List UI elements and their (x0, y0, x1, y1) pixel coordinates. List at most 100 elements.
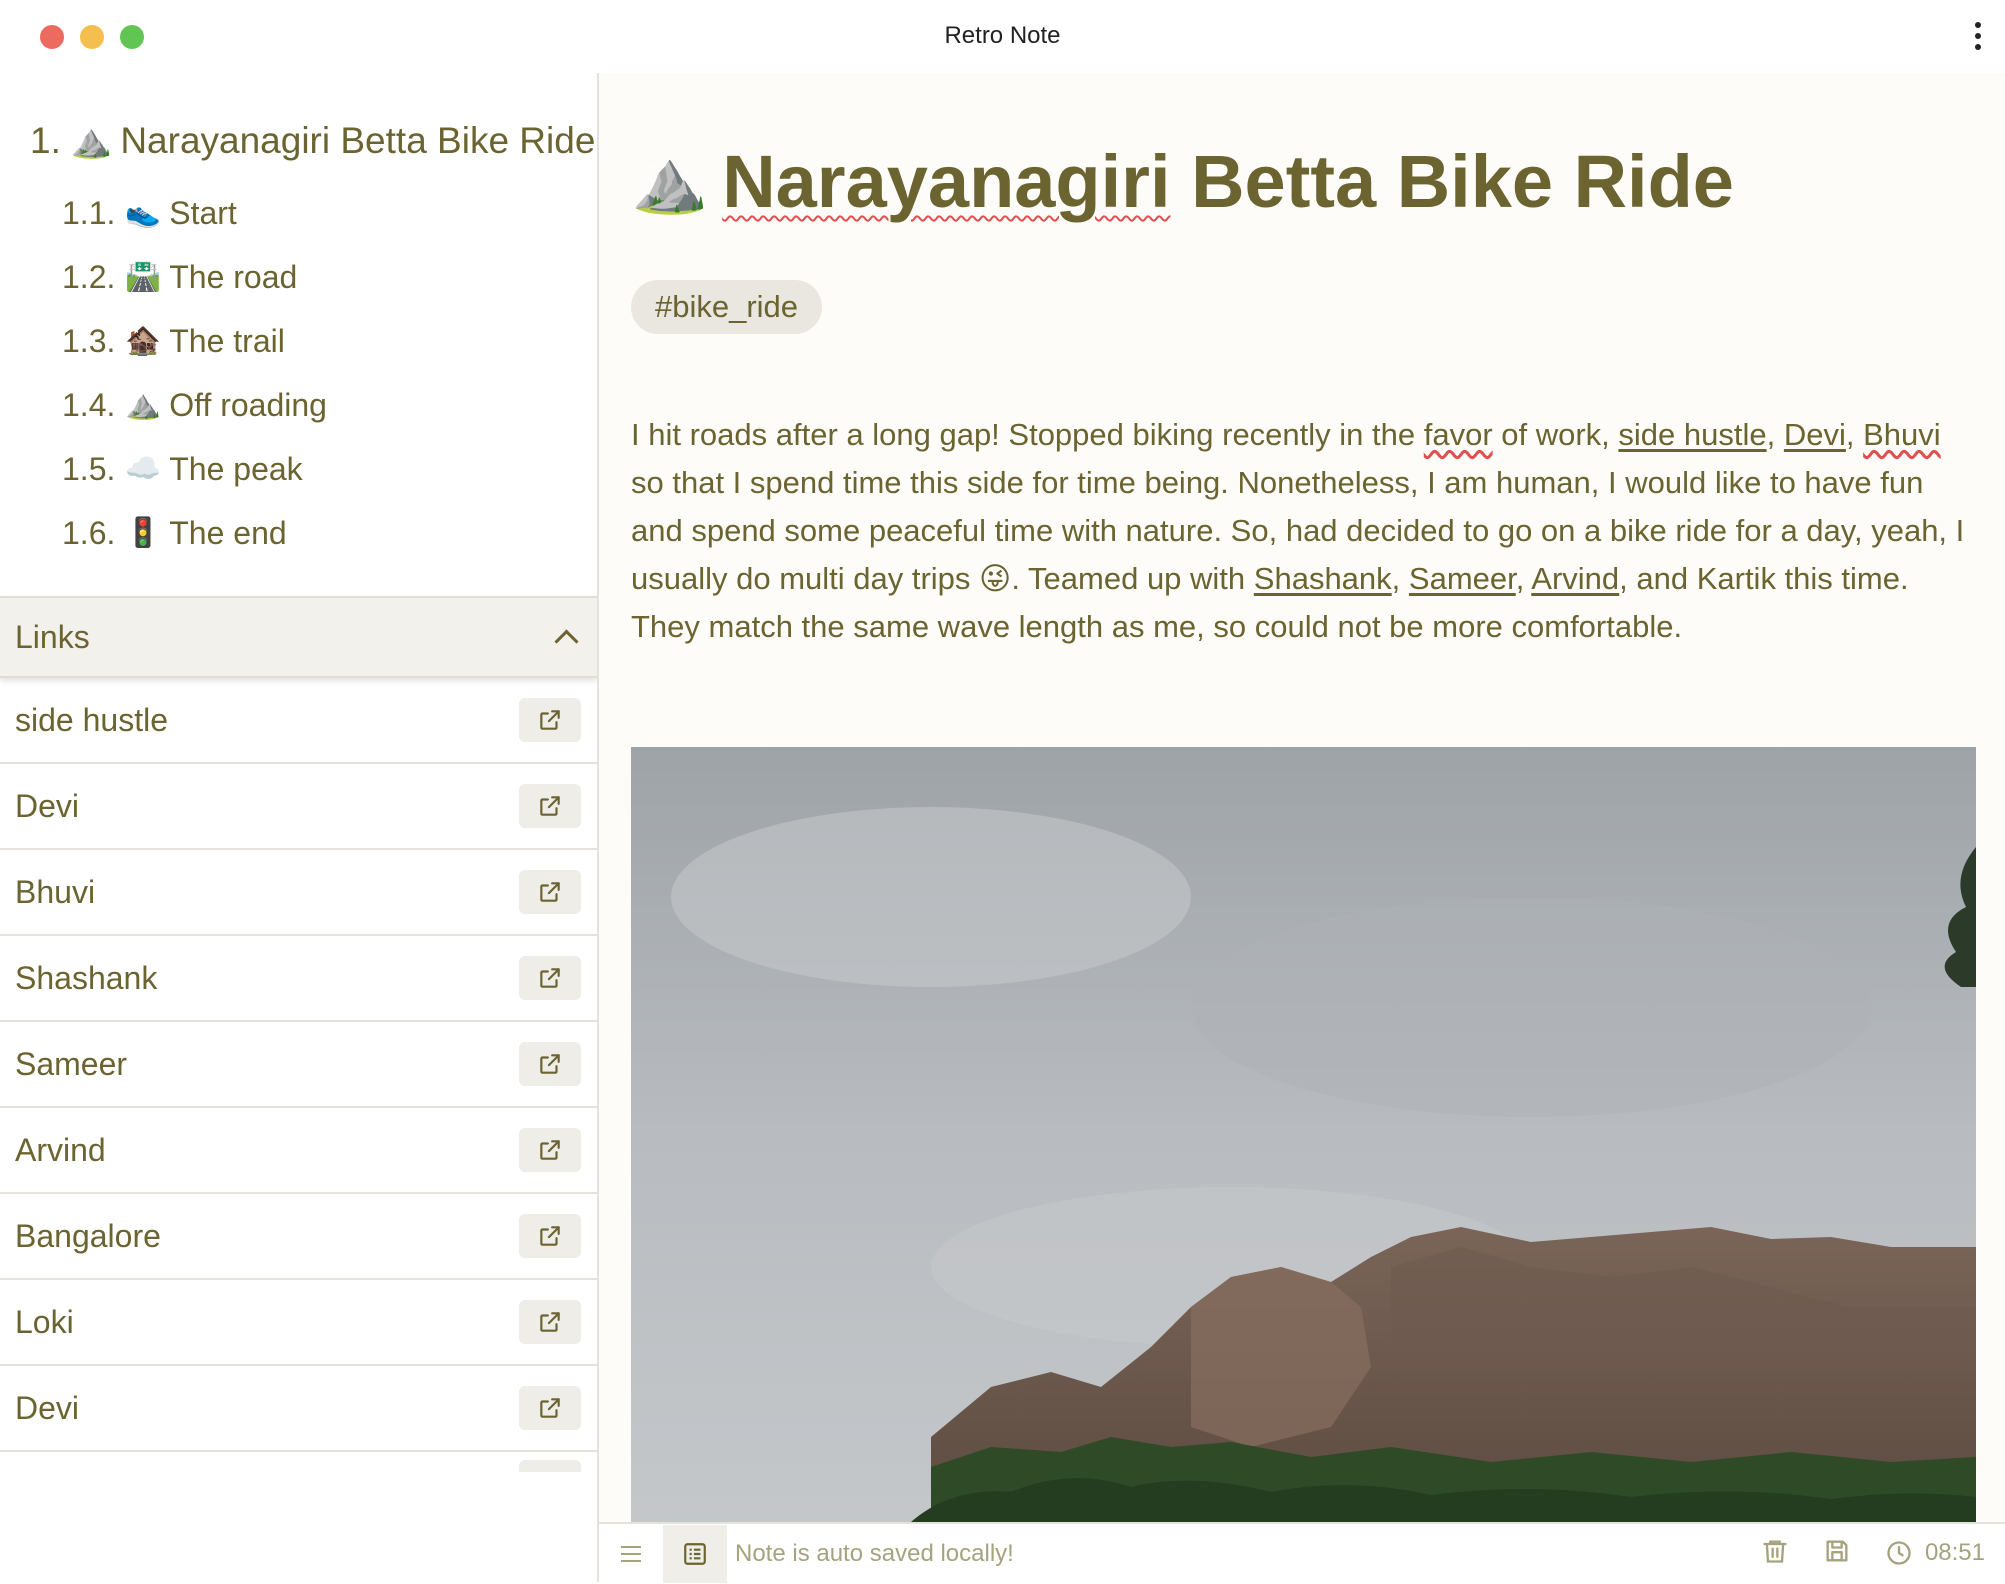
paragraph-text: of work, (1492, 417, 1619, 452)
toc-label: The road (169, 258, 298, 295)
mountain-icon: ⛰️ (631, 147, 709, 216)
toc-item-start[interactable]: 1.1. 👟 Start (0, 181, 597, 245)
house-icon: 🏚️ (125, 325, 162, 357)
link-label[interactable]: Loki (15, 1304, 74, 1341)
inline-link-sameer[interactable]: Sameer (1409, 561, 1516, 596)
note-editor[interactable]: ⛰️ Narayanagiri Betta Bike Ride #bike_ri… (599, 73, 2005, 1522)
link-label[interactable]: Devi (15, 1390, 79, 1427)
list-item[interactable]: side hustle (0, 678, 597, 764)
list-item[interactable]: Arvind (0, 1108, 597, 1194)
external-link-icon (540, 1398, 560, 1418)
toc-label: The trail (169, 322, 285, 359)
toc-number: 1.1. (62, 194, 116, 231)
clock-status: 08:51 (1885, 1539, 1985, 1567)
inline-link-side-hustle[interactable]: side hustle (1618, 417, 1766, 452)
link-label[interactable]: side hustle (15, 702, 168, 739)
paragraph-text: . Teamed up with (1011, 561, 1254, 596)
mountain-icon: ⛰️ (125, 389, 162, 421)
external-link-icon (540, 1226, 560, 1246)
external-link-icon (540, 882, 560, 902)
external-link-icon (540, 710, 560, 730)
list-item[interactable]: Devi (0, 1366, 597, 1452)
link-label[interactable]: Arvind (15, 1132, 106, 1169)
external-link-icon (540, 968, 560, 988)
open-link-button[interactable] (519, 1386, 581, 1430)
note-title[interactable]: ⛰️ Narayanagiri Betta Bike Ride (631, 139, 1734, 224)
toc-item-title[interactable]: 1. ⛰️ Narayanagiri Betta Bike Ride (0, 113, 597, 169)
link-label[interactable]: Shashank (15, 960, 157, 997)
open-link-button[interactable] (519, 1128, 581, 1172)
link-label[interactable]: Sameer (15, 1046, 127, 1083)
open-link-button[interactable] (519, 1300, 581, 1344)
note-photo-rock-hill (631, 747, 1976, 1522)
misspelled-word: favor (1423, 417, 1493, 452)
external-link-icon (540, 1312, 560, 1332)
open-link-button[interactable] (519, 1214, 581, 1258)
toc-number: 1.4. (62, 386, 116, 423)
save-note-button[interactable] (1823, 1537, 1851, 1570)
open-link-button[interactable] (519, 870, 581, 914)
toc-item-off-roading[interactable]: 1.4. ⛰️ Off roading (0, 373, 597, 437)
inline-link-devi[interactable]: Devi (1784, 417, 1846, 452)
link-label[interactable]: Devi (15, 788, 79, 825)
save-status-text: Note is auto saved locally! (735, 1540, 1014, 1567)
landscape-photo (631, 747, 1976, 1522)
app-title: Retro Note (944, 22, 1061, 49)
note-paragraph[interactable]: I hit roads after a long gap! Stopped bi… (631, 411, 1981, 651)
chevron-up-icon[interactable] (554, 628, 579, 654)
link-label[interactable]: Bangalore (15, 1218, 161, 1255)
current-time: 08:51 (1924, 1539, 1985, 1566)
tag-chip[interactable]: #bike_ride (631, 280, 823, 334)
table-of-contents: 1. ⛰️ Narayanagiri Betta Bike Ride 1.1. … (0, 73, 597, 565)
cloud-icon: ☁️ (125, 453, 162, 485)
toc-label: Off roading (169, 386, 327, 423)
open-link-button[interactable] (519, 1460, 581, 1472)
toc-item-the-trail[interactable]: 1.3. 🏚️ The trail (0, 309, 597, 373)
sidebar-toggle-button[interactable] (599, 1525, 663, 1583)
list-item[interactable]: Bhuvi (0, 850, 597, 936)
open-link-button[interactable] (519, 956, 581, 1000)
inline-link-shashank[interactable]: Shashank (1254, 561, 1392, 596)
title-word-misspelled: Narayanagiri (722, 140, 1171, 223)
link-label[interactable]: Bhuvi (15, 874, 95, 911)
paragraph-text: , (1391, 561, 1409, 596)
list-item[interactable]: Sameer (0, 1022, 597, 1108)
list-item-partial (0, 1452, 597, 1472)
sidebar: 1. ⛰️ Narayanagiri Betta Bike Ride 1.1. … (0, 73, 599, 1582)
links-panel-header[interactable]: Links (0, 596, 597, 678)
toc-item-the-end[interactable]: 1.6. 🚦 The end (0, 501, 597, 565)
links-header-label: Links (15, 618, 90, 655)
open-link-button[interactable] (519, 1042, 581, 1086)
mountain-icon: ⛰️ (70, 122, 113, 160)
list-item[interactable]: Loki (0, 1280, 597, 1366)
document-list-icon (684, 1543, 706, 1565)
paragraph-text: , (1766, 417, 1784, 452)
open-link-button[interactable] (519, 698, 581, 742)
toc-number: 1.3. (62, 322, 116, 359)
trash-icon (1763, 1540, 1787, 1563)
title-bar: Retro Note (0, 0, 2005, 73)
inline-link-arvind[interactable]: Arvind (1531, 561, 1619, 596)
floppy-disk-icon (1826, 1540, 1848, 1561)
shoe-icon: 👟 (125, 197, 162, 229)
list-item[interactable]: Devi (0, 764, 597, 850)
paragraph-text: I hit roads after a long gap! Stopped bi… (631, 417, 1424, 452)
outline-view-button[interactable] (663, 1525, 727, 1583)
toc-item-the-peak[interactable]: 1.5. ☁️ The peak (0, 437, 597, 501)
paragraph-text: , (1515, 561, 1532, 596)
paragraph-text: , (1845, 417, 1864, 452)
status-bar: Note is auto saved locally! 08:51 (599, 1522, 2005, 1584)
toc-number: 1.2. (62, 258, 116, 295)
external-link-icon (540, 796, 560, 816)
toc-label: The end (169, 514, 287, 551)
toc-label: The peak (169, 450, 303, 487)
inline-link-bhuvi[interactable]: Bhuvi (1863, 417, 1941, 452)
list-item[interactable]: Bangalore (0, 1194, 597, 1280)
delete-note-button[interactable] (1761, 1537, 1789, 1570)
open-link-button[interactable] (519, 784, 581, 828)
more-options-icon[interactable] (1973, 22, 1983, 52)
toc-item-the-road[interactable]: 1.2. 🛣️ The road (0, 245, 597, 309)
list-item[interactable]: Shashank (0, 936, 597, 1022)
links-list: side hustle Devi Bhuvi Shashank Sameer A… (0, 678, 597, 1472)
external-link-icon (540, 1054, 560, 1074)
